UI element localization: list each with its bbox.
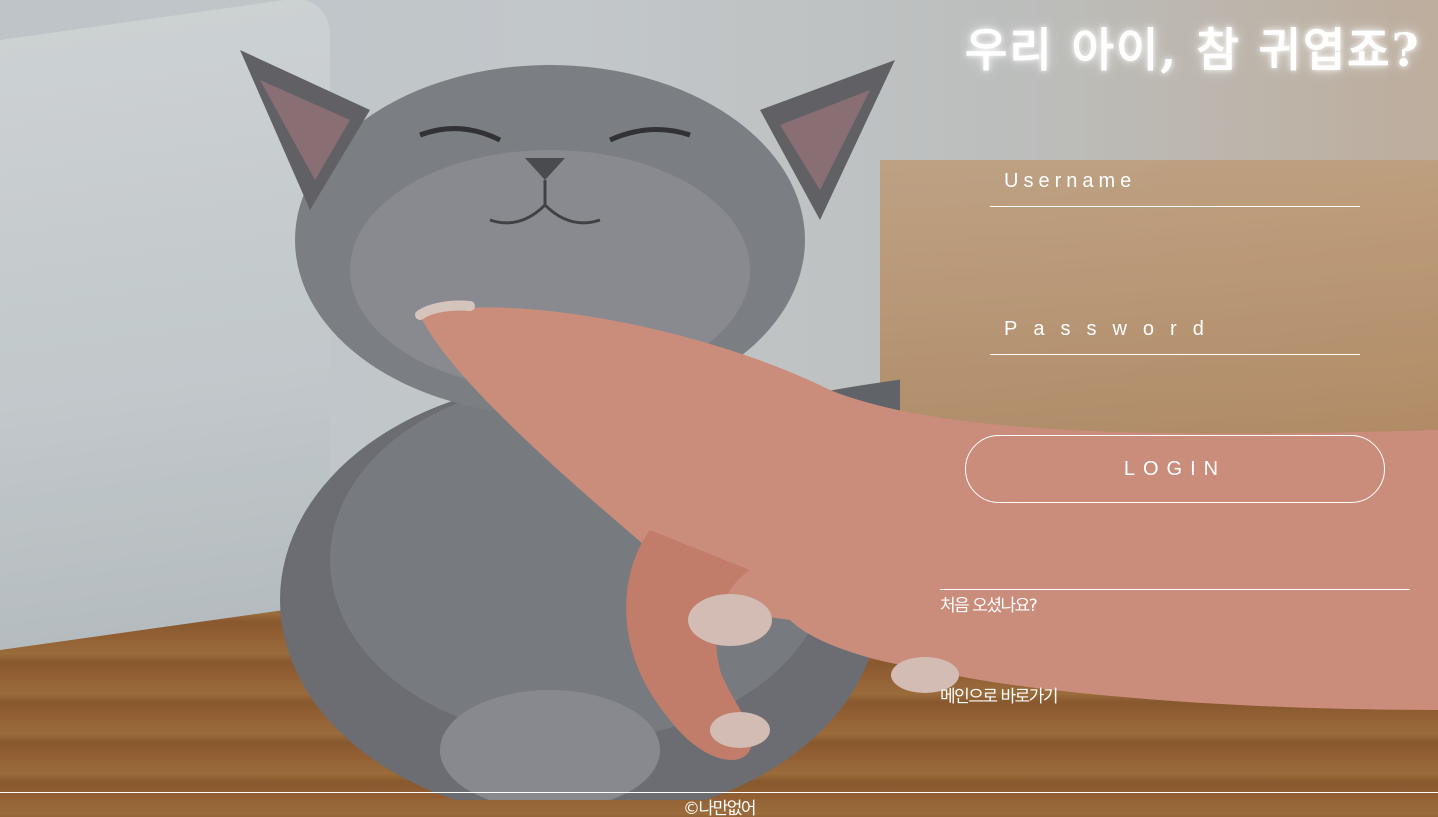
password-input[interactable] [990, 304, 1360, 354]
page-title: 우리 아이, 참 귀엽죠? [965, 23, 1421, 77]
footer-divider [0, 792, 1438, 793]
username-input[interactable] [990, 156, 1360, 206]
background-cat-photo [0, 0, 1438, 817]
footer-copyright: ©나만없어 [682, 799, 757, 817]
home-link[interactable]: 메인으로 바로가기 [940, 682, 1059, 707]
background-shade-overlay [0, 0, 1438, 817]
signup-link[interactable]: 처음 오셨나요? [940, 591, 1038, 616]
password-field-wrapper [990, 304, 1360, 355]
login-button[interactable]: LOGIN [965, 435, 1385, 503]
username-field-wrapper [990, 156, 1360, 207]
form-divider [940, 589, 1410, 590]
